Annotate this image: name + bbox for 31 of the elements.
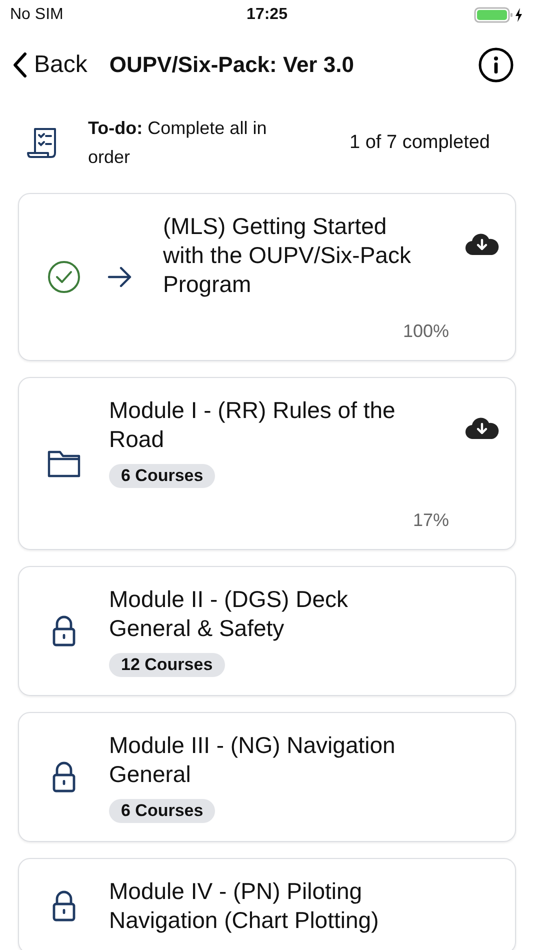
progress-percent: 100%: [402, 321, 449, 342]
module-title: Module IV - (PN) Piloting Navigation (Chart Plotting): [109, 877, 380, 935]
lock-icon: [52, 890, 76, 922]
todo-instruction: To-do: Complete all in order: [88, 117, 268, 169]
course-count: 6 Courses: [109, 799, 216, 823]
lock-icon: [52, 615, 76, 647]
cloud-download-icon[interactable]: [465, 416, 499, 440]
module-title: Module I - (RR) Rules of the Road: [109, 396, 396, 454]
completion-count: 1 of 7 completed: [350, 132, 490, 154]
screen-title: OUPV/Six-Pack: Ver 3.0: [109, 52, 355, 78]
arrow-right-icon: [107, 266, 133, 288]
module-title: Module II - (DGS) Deck General & Safety: [109, 585, 349, 643]
clock-time: 17:25: [246, 6, 288, 24]
progress-percent: 17%: [412, 510, 449, 531]
info-icon[interactable]: [478, 47, 514, 83]
module-card[interactable]: (MLS) Getting Started with the OUPV/Six-Pack Program 100%: [18, 193, 516, 361]
module-title: (MLS) Getting Started with the OUPV/Six-Pack Program: [163, 212, 412, 299]
chevron-left-icon: [12, 51, 28, 79]
module-card[interactable]: Module IV - (PN) Piloting Navigation (Chart Plotting): [18, 858, 516, 950]
course-count: 6 Courses: [109, 464, 216, 488]
lock-icon: [52, 761, 76, 793]
module-card[interactable]: Module II - (DGS) Deck General & Safety 12 Courses: [18, 566, 516, 696]
module-card[interactable]: Module I - (RR) Rules of the Road 6 Courses 17%: [18, 377, 516, 550]
module-card[interactable]: Module III - (NG) Navigation General 6 Courses: [18, 712, 516, 842]
back-button[interactable]: Back: [12, 51, 88, 79]
course-count: 12 Courses: [109, 653, 225, 677]
folder-icon: [47, 450, 81, 478]
cloud-download-icon[interactable]: [465, 232, 499, 256]
carrier-label: No SIM: [10, 6, 64, 24]
module-title: Module III - (NG) Navigation General: [109, 731, 396, 789]
battery-icon: [474, 6, 524, 24]
